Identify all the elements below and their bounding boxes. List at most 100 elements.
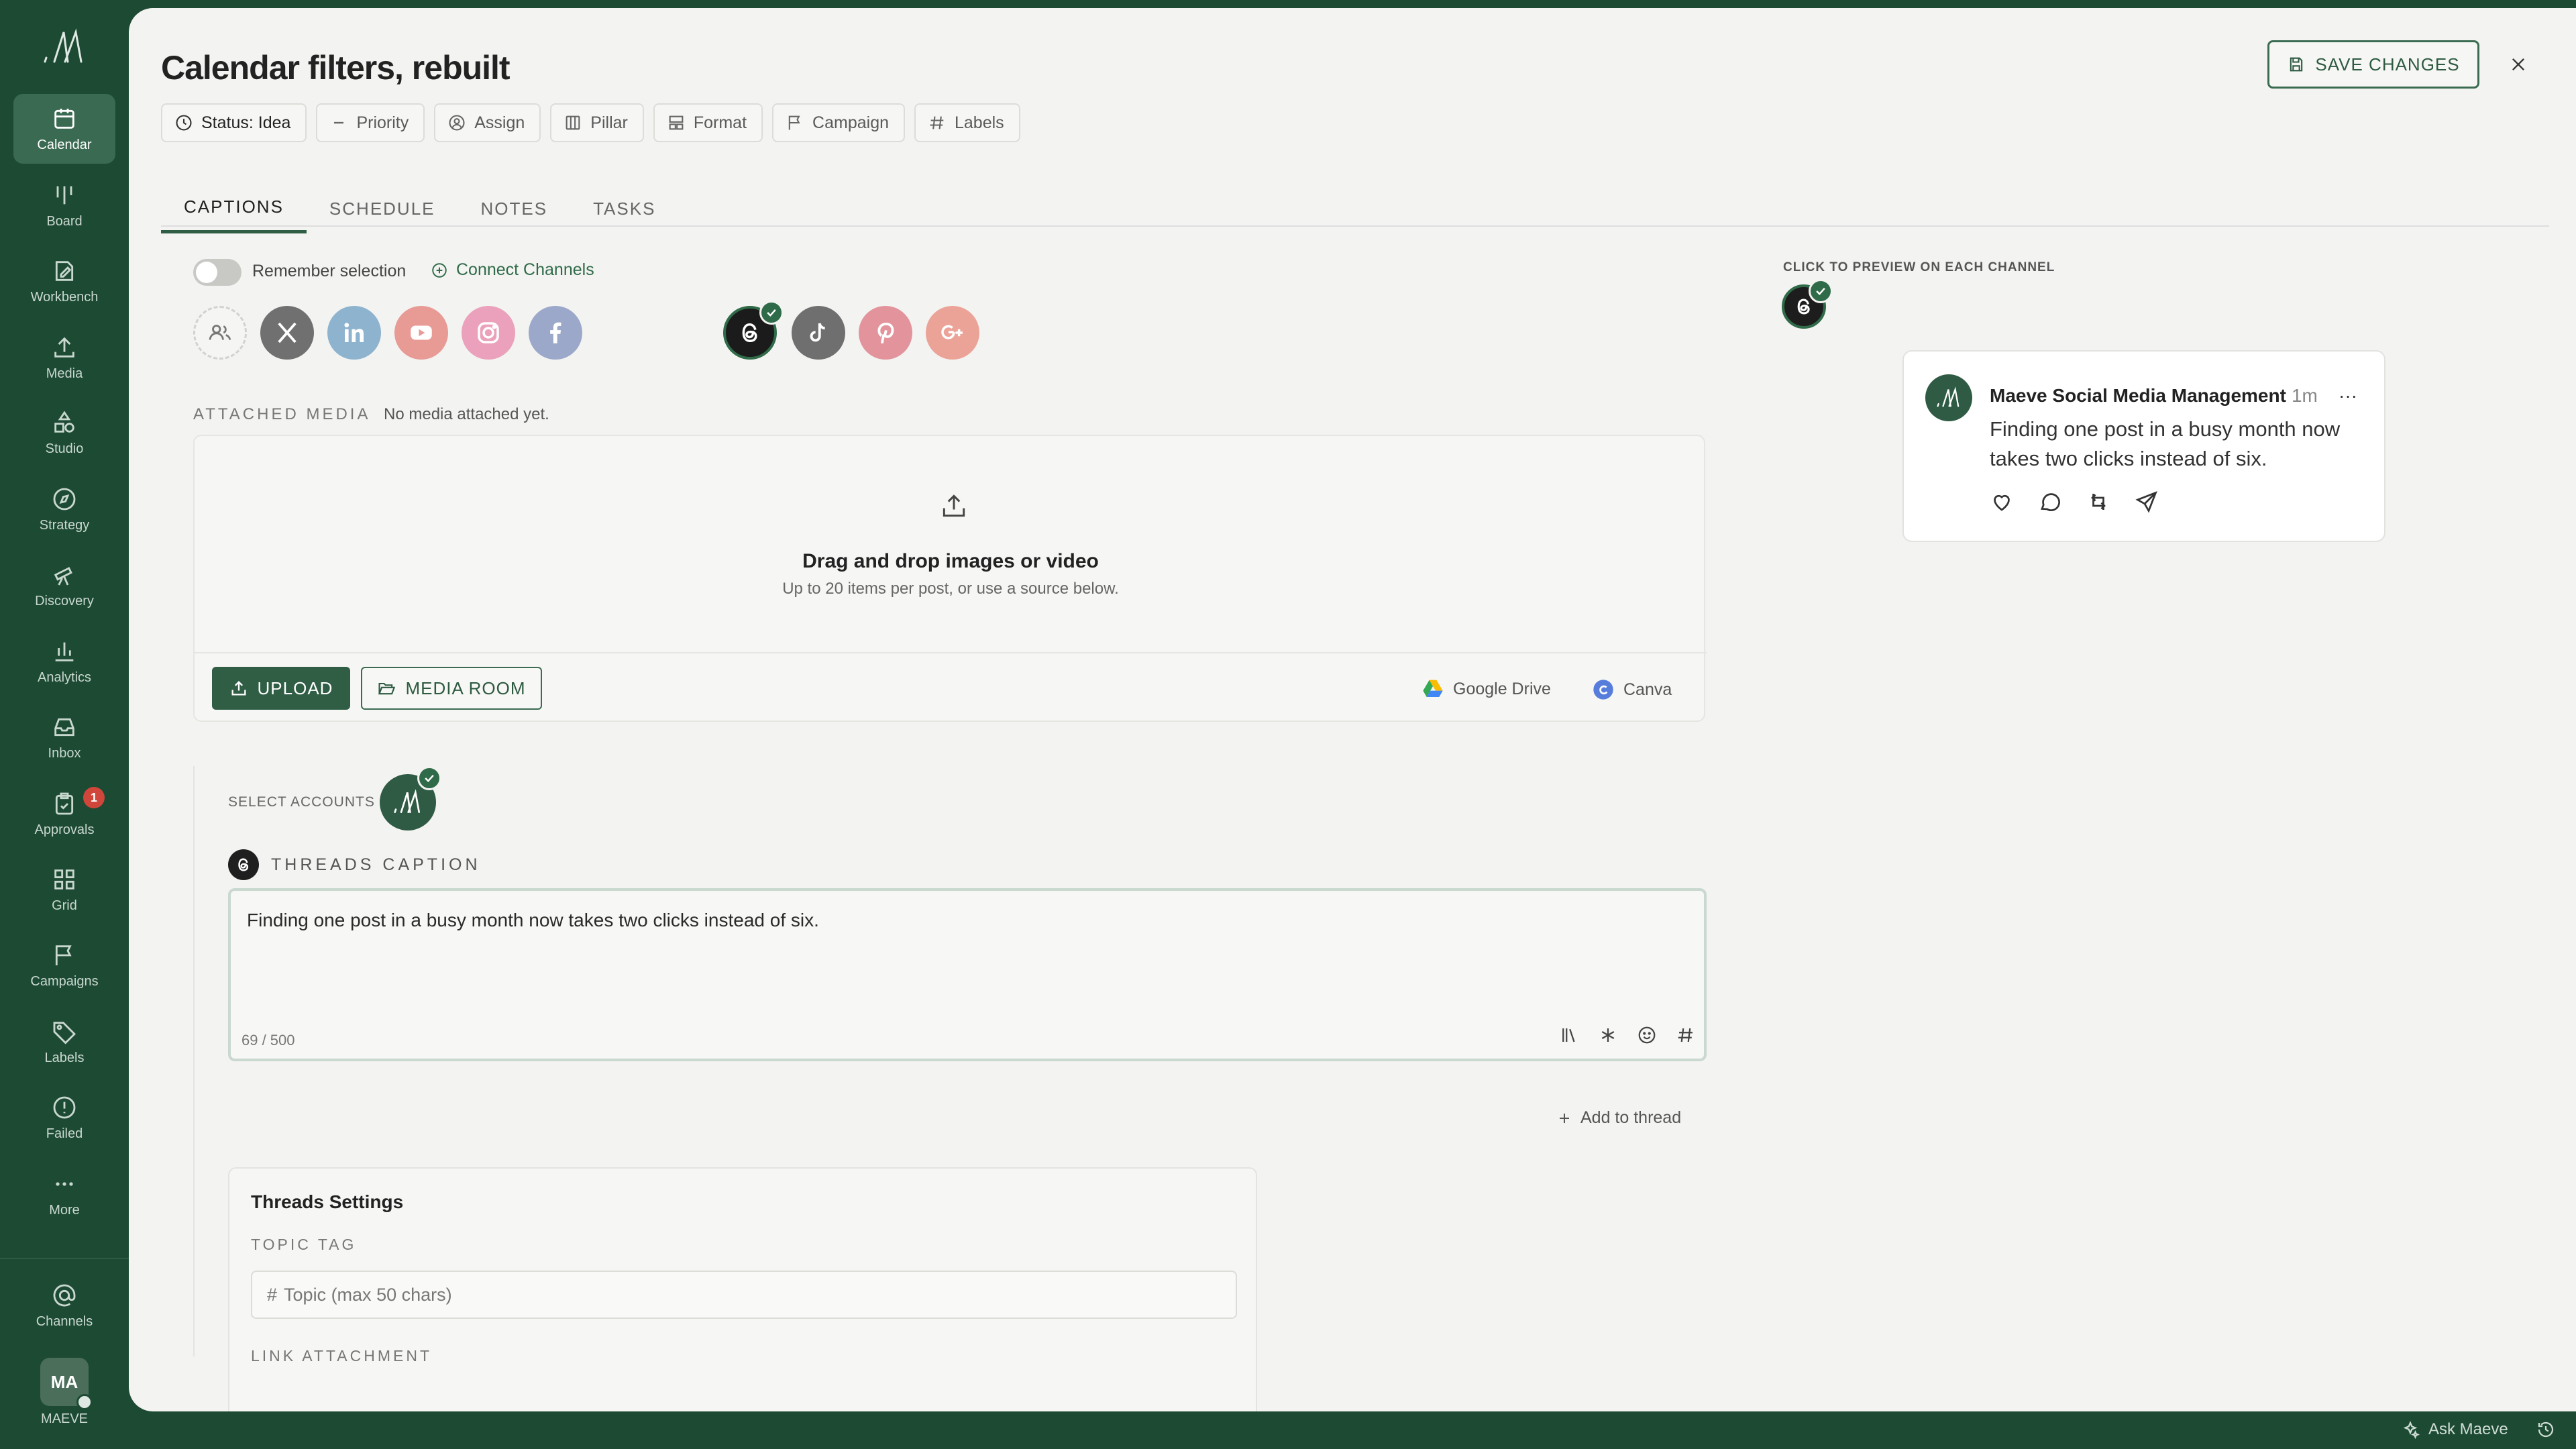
caption-toolbar (1559, 1025, 1696, 1045)
tab-captions[interactable]: CAPTIONS (161, 184, 307, 233)
chip-label: Format (693, 113, 747, 132)
media-dropzone[interactable]: Drag and drop images or video Up to 20 i… (193, 435, 1707, 722)
channel-instagram[interactable] (462, 306, 515, 360)
columns-icon (566, 115, 580, 130)
nav-board[interactable]: Board (13, 170, 115, 240)
nav-workbench[interactable]: Workbench (13, 246, 115, 316)
google-drive-link[interactable]: Google Drive (1422, 679, 1551, 699)
attached-media-empty: No media attached yet. (384, 405, 549, 423)
maeve-logo-icon (394, 789, 420, 813)
hashtag-icon[interactable] (1676, 1025, 1696, 1045)
nav-analytics[interactable]: Analytics (13, 627, 115, 696)
nav-media[interactable]: Media (13, 323, 115, 392)
nav-discovery[interactable]: Discovery (13, 550, 115, 620)
nav-inbox[interactable]: Inbox (13, 702, 115, 772)
tab-bar: CAPTIONS SCHEDULE NOTES TASKS (161, 184, 678, 233)
nav-channels[interactable]: Channels (13, 1271, 115, 1340)
media-room-label: MEDIA ROOM (405, 678, 526, 698)
dropzone-title: Drag and drop images or video (802, 550, 1099, 572)
tag-icon (53, 1021, 76, 1044)
channel-x[interactable] (260, 306, 314, 360)
comment-icon[interactable] (2038, 490, 2062, 514)
add-to-thread-button[interactable]: Add to thread (1556, 1108, 1681, 1128)
caption-text[interactable]: Finding one post in a busy month now tak… (247, 910, 819, 931)
nav-grid[interactable]: Grid (13, 855, 115, 924)
editor-panel: Calendar filters, rebuilt SAVE CHANGES S… (129, 8, 2576, 1411)
nav-labels[interactable]: Labels (13, 1007, 115, 1077)
folder-open-icon (378, 682, 396, 695)
sparkle-icon[interactable] (1598, 1025, 1618, 1045)
repost-icon[interactable] (2086, 490, 2110, 514)
chip-assign[interactable]: Assign (434, 103, 541, 142)
channel-pinterest[interactable] (859, 306, 912, 360)
media-room-button[interactable]: MEDIA ROOM (361, 667, 542, 710)
preview-account-name: Maeve Social Media Management 1m (1990, 385, 2318, 407)
channel-tiktok[interactable] (792, 306, 845, 360)
tab-tasks[interactable]: TASKS (570, 184, 678, 233)
nav-strategy[interactable]: Strategy (13, 474, 115, 544)
nav-approvals[interactable]: Approvals 1 (13, 779, 115, 849)
emoji-icon[interactable] (1637, 1025, 1657, 1045)
flag-icon (788, 115, 800, 130)
google-drive-label: Google Drive (1453, 679, 1551, 698)
chip-status[interactable]: Status: Idea (161, 103, 307, 142)
minus-icon (334, 121, 344, 124)
linkedin-icon (344, 323, 364, 342)
chip-priority[interactable]: Priority (316, 103, 425, 142)
tab-schedule[interactable]: SCHEDULE (307, 184, 458, 233)
remember-toggle[interactable] (193, 259, 241, 286)
chip-format[interactable]: Format (653, 103, 763, 142)
attached-media-label: ATTACHED MEDIA (193, 405, 371, 423)
preview-selected-badge (1809, 279, 1833, 303)
add-thread-label: Add to thread (1580, 1108, 1682, 1127)
hash-icon: # (267, 1284, 278, 1305)
topic-input[interactable]: # Topic (max 50 chars) (251, 1271, 1237, 1319)
caption-editor[interactable]: Finding one post in a busy month now tak… (228, 888, 1707, 1061)
chip-labels[interactable]: Labels (914, 103, 1020, 142)
nav-studio[interactable]: Studio (13, 398, 115, 468)
ask-maeve-label: Ask Maeve (2428, 1420, 2508, 1438)
chip-pillar[interactable]: Pillar (550, 103, 644, 142)
channel-group[interactable] (193, 306, 247, 360)
heart-icon[interactable] (1990, 490, 2014, 514)
channel-linkedin[interactable] (327, 306, 381, 360)
upload-button[interactable]: UPLOAD (212, 667, 350, 710)
threads-selected-badge (759, 301, 784, 325)
preview-more-menu[interactable]: ··· (2339, 385, 2357, 407)
chip-campaign[interactable]: Campaign (772, 103, 905, 142)
history-icon[interactable] (2536, 1419, 2556, 1440)
facebook-icon (550, 322, 561, 343)
status-circle-icon (176, 115, 192, 131)
maeve-logo-icon (44, 28, 83, 63)
user-avatar[interactable]: MA (40, 1358, 93, 1410)
save-changes-button[interactable]: SAVE CHANGES (2267, 40, 2479, 89)
logo[interactable] (0, 27, 129, 80)
chip-label: Pillar (590, 113, 628, 132)
inbox-icon (54, 718, 74, 736)
filter-chips: Status: Idea Priority Assign Pillar Form… (161, 103, 1020, 142)
ask-maeve-button[interactable]: Ask Maeve (2400, 1419, 2508, 1440)
nav-failed[interactable]: Failed (13, 1083, 115, 1152)
link-attachment-label: LINK ATTACHMENT (251, 1347, 432, 1364)
nav-label: Workbench (30, 289, 99, 305)
nav-calendar[interactable]: Calendar (13, 94, 115, 164)
sidebar-divider (0, 1258, 129, 1259)
nav-label: Media (46, 366, 83, 381)
channel-youtube[interactable] (394, 306, 448, 360)
nav-label: Board (46, 213, 83, 229)
google-plus-icon (941, 325, 963, 339)
close-button[interactable] (2504, 50, 2533, 79)
connect-channels-link[interactable]: Connect Channels (431, 260, 594, 280)
layout-icon (669, 115, 684, 130)
library-icon[interactable] (1559, 1025, 1579, 1045)
channel-facebook[interactable] (529, 306, 582, 360)
canva-link[interactable]: Canva (1593, 679, 1672, 700)
channel-google-plus[interactable] (926, 306, 979, 360)
user-circle-icon (449, 115, 465, 131)
nav-campaigns[interactable]: Campaigns (13, 930, 115, 1000)
send-icon[interactable] (2135, 490, 2159, 514)
connect-label: Connect Channels (456, 260, 594, 279)
nav-more[interactable]: More (13, 1159, 115, 1229)
tab-notes[interactable]: NOTES (458, 184, 571, 233)
remember-label: Remember selection (252, 262, 407, 280)
